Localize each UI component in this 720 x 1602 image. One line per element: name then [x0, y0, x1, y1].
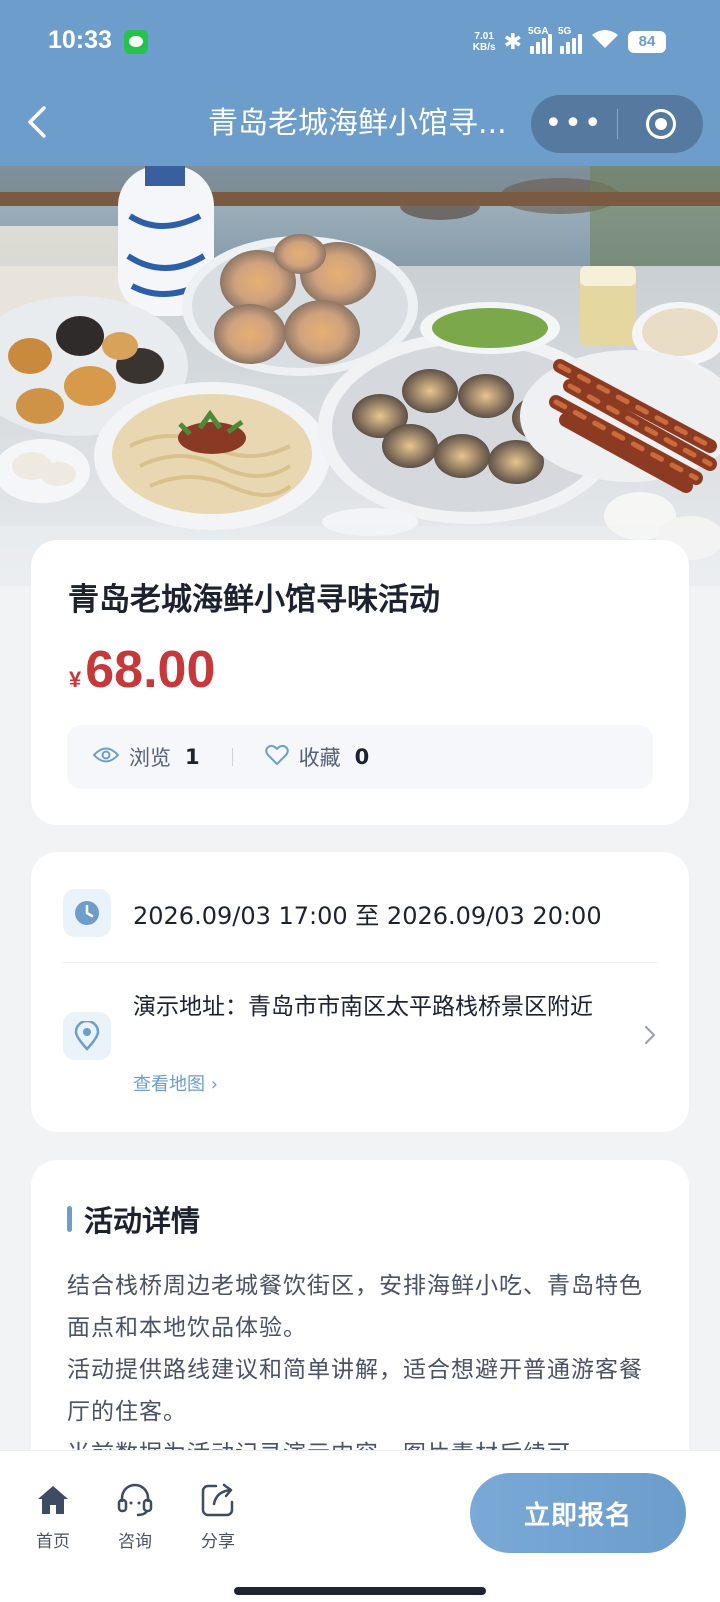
- stats-divider: [231, 748, 233, 766]
- favorites-stat[interactable]: 收藏 0: [264, 742, 370, 772]
- location-pin-icon: [63, 1012, 111, 1060]
- price-value: 68.00: [85, 641, 216, 699]
- mini-program-capsule: •••: [531, 95, 703, 153]
- currency-symbol: ¥: [69, 667, 82, 692]
- network-speed-unit: KB/s: [472, 42, 496, 53]
- tab-home[interactable]: 首页: [18, 1481, 88, 1552]
- favorites-label: 收藏: [298, 746, 341, 770]
- back-chevron-icon[interactable]: [26, 104, 48, 149]
- bottom-action-bar: 首页 咨询 分享 立即报名: [0, 1450, 720, 1602]
- views-stat: 浏览 1: [92, 742, 200, 772]
- description-paragraph: 结合栈桥周边老城餐饮街区，安排海鲜小吃、青岛特色面点和本地饮品体验。: [67, 1273, 643, 1341]
- activity-time: 2026.09/03 17:00 至 2026.09/03 20:00: [133, 902, 602, 930]
- signal-5g-icon: 5G: [558, 26, 582, 54]
- heart-icon[interactable]: [264, 744, 289, 771]
- network-type-1: 5GA: [528, 26, 549, 37]
- tab-consult-label: 咨询: [118, 1532, 152, 1552]
- target-circle-icon[interactable]: [618, 109, 703, 139]
- stats-bar: 浏览 1 收藏 0: [67, 725, 653, 789]
- tab-consult[interactable]: 咨询: [100, 1481, 170, 1552]
- home-indicator: [234, 1587, 486, 1595]
- hero-image: [0, 166, 720, 586]
- page-title: 青岛老城海鲜小馆寻...: [208, 106, 507, 141]
- wechat-notification-icon: [124, 30, 148, 54]
- chevron-right-icon: [643, 1024, 657, 1052]
- description-paragraph: 活动提供路线建议和简单讲解，适合想避开普通游客餐厅的住客。: [67, 1357, 643, 1425]
- network-speed: 7.01 KB/s: [473, 31, 496, 53]
- tab-share-label: 分享: [201, 1532, 235, 1552]
- nav-bar: 青岛老城海鲜小馆寻... •••: [0, 84, 720, 166]
- more-dots-icon[interactable]: •••: [531, 109, 617, 139]
- view-map-link[interactable]: 查看地图 ›: [133, 1070, 218, 1096]
- clock-icon: [63, 889, 111, 937]
- network-type-2: 5G: [558, 26, 572, 37]
- info-divider: [63, 962, 657, 963]
- bluetooth-icon: ✱: [503, 29, 522, 54]
- views-count: 1: [185, 745, 200, 769]
- signal-5ga-icon: 5GA: [528, 26, 552, 54]
- register-button[interactable]: 立即报名: [470, 1473, 686, 1553]
- favorites-count: 0: [354, 745, 370, 769]
- tab-share[interactable]: 分享: [183, 1481, 253, 1552]
- activity-description: 结合栈桥周边老城餐饮街区，安排海鲜小吃、青岛特色面点和本地饮品体验。 活动提供路…: [67, 1265, 657, 1475]
- section-title: 活动详情: [67, 1198, 200, 1240]
- share-icon: [183, 1481, 253, 1519]
- activity-info-card: 2026.09/03 17:00 至 2026.09/03 20:00 演示地址…: [31, 852, 689, 1132]
- wifi-icon: [590, 28, 620, 56]
- status-bar: 10:33 7.01 KB/s ✱ 5GA 5G 84: [0, 0, 720, 84]
- views-label: 浏览: [129, 746, 171, 770]
- battery-icon: 84: [628, 31, 666, 53]
- tab-home-label: 首页: [36, 1532, 70, 1552]
- home-icon: [18, 1481, 88, 1519]
- activity-summary-card: 青岛老城海鲜小馆寻味活动 ¥68.00 浏览 1 收藏 0: [31, 540, 689, 825]
- section-title-text: 活动详情: [84, 1204, 201, 1238]
- activity-address: 演示地址：青岛市市南区太平路栈桥景区附近: [133, 994, 593, 1020]
- activity-title: 青岛老城海鲜小馆寻味活动: [68, 582, 440, 618]
- activity-price: ¥68.00: [69, 640, 215, 700]
- status-time: 10:33: [48, 26, 112, 54]
- eye-icon: [92, 745, 120, 769]
- network-speed-value: 7.01: [474, 31, 494, 42]
- headset-icon: [100, 1481, 170, 1519]
- status-icons: 7.01 KB/s ✱ 5GA 5G 84: [473, 26, 666, 56]
- section-title-bar: [67, 1206, 72, 1232]
